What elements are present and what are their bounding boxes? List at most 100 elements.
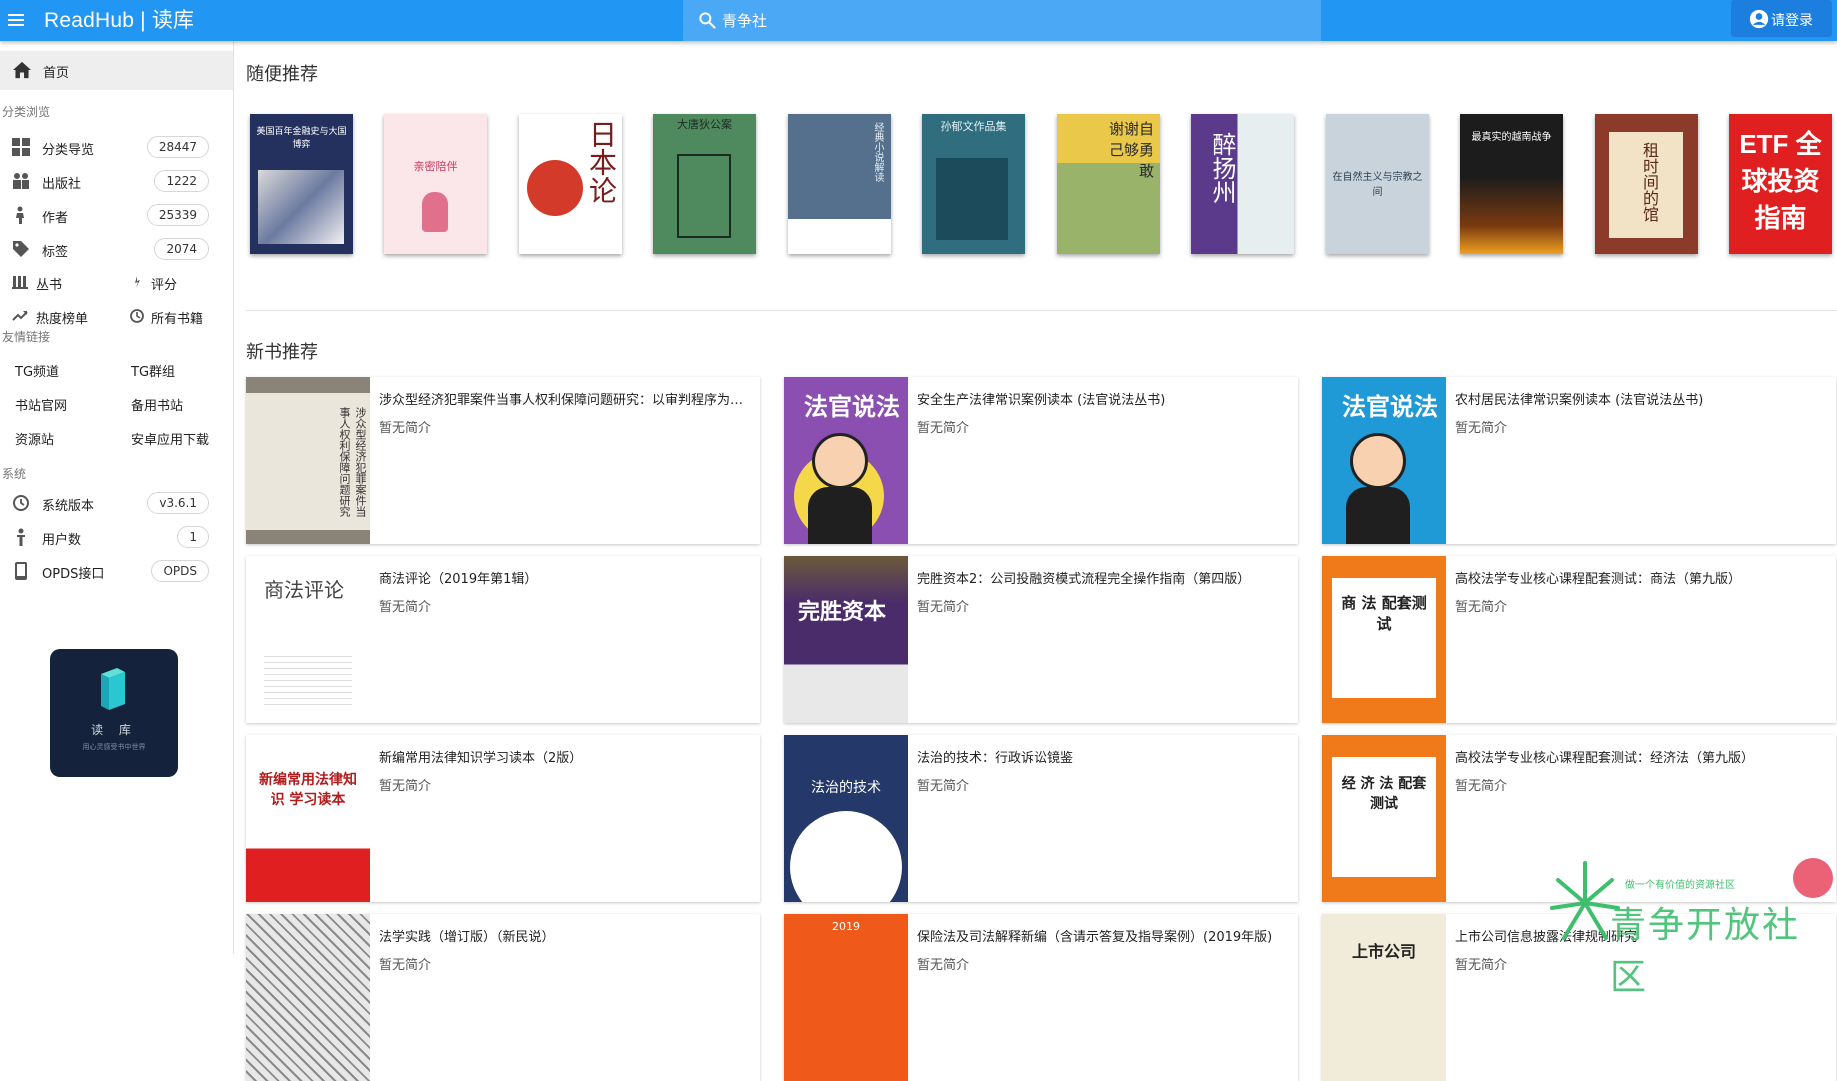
section-divider (246, 310, 1837, 311)
book-thumbnail: 上市公司 (1322, 914, 1446, 1081)
sidebar-item-tags[interactable]: 标签 2074 (0, 232, 233, 266)
link-tg-channel[interactable]: TG频道 (15, 361, 59, 380)
link-official-site[interactable]: 书站官网 (15, 395, 67, 414)
sidebar-item-label: 系统版本 (42, 499, 95, 514)
search-icon[interactable] (697, 10, 717, 30)
book-card[interactable]: 商法评论 商法评论（2019年第1辑） 暂无简介 (246, 556, 760, 723)
book-thumbnail: 法官说法 (784, 377, 908, 544)
book-thumbnail (246, 914, 370, 1081)
sidebar: 首页 分类浏览 分类导览 28447 出版社 1222 作者 25339 标签 … (0, 41, 234, 954)
link-backup-site[interactable]: 备用书站 (131, 395, 183, 414)
book-cover[interactable]: 大唐狄公案 (653, 114, 756, 254)
sidebar-item-rating[interactable]: 评分 (117, 265, 233, 299)
book-title[interactable]: 农村居民法律常识案例读本 (法官说法丛书) (1455, 389, 1825, 408)
rating-icon (135, 276, 140, 288)
sidebar-item-authors[interactable]: 作者 25339 (0, 198, 233, 232)
book-cover[interactable]: 最真实的越南战争 (1460, 114, 1563, 254)
book-description: 暂无简介 (1455, 421, 1508, 436)
sidebar-item-categories[interactable]: 分类导览 28447 (0, 130, 233, 164)
brand-title[interactable]: ReadHub | 读库 (44, 4, 194, 34)
book-card[interactable]: 商 法 配套测试 高校法学专业核心课程配套测试：商法（第九版） 暂无简介 (1322, 556, 1836, 723)
section-browse-header: 分类浏览 (2, 105, 51, 119)
book-card[interactable]: 法治的技术 法治的技术：行政诉讼镜鉴 暂无简介 (784, 735, 1298, 902)
sidebar-item-label: 标签 (42, 245, 69, 260)
book-cover[interactable]: 亲密陪伴 (384, 114, 487, 254)
book-thumbnail: 完胜资本 (784, 556, 908, 723)
app-slogan: 用心灵感受书中世界 (82, 743, 146, 751)
app-bar: ReadHub | 读库 请登录 (0, 0, 1837, 41)
book-description: 暂无简介 (917, 421, 970, 436)
sidebar-item-label: 用户数 (42, 533, 82, 548)
menu-icon[interactable] (5, 8, 29, 32)
link-android-download[interactable]: 安卓应用下载 (131, 429, 209, 448)
login-button[interactable]: 请登录 (1731, 0, 1832, 37)
book-cover[interactable]: 孙郁文作品集 (922, 114, 1025, 254)
home-icon (13, 61, 31, 79)
book-card[interactable]: 完胜资本 完胜资本2：公司投融资模式流程完全操作指南（第四版） 暂无简介 (784, 556, 1298, 723)
book-cover[interactable]: ETF 全球投资指南 (1729, 114, 1832, 254)
count-badge: 28447 (146, 136, 209, 158)
book-card[interactable]: 法官说法 安全生产法律常识案例读本 (法官说法丛书) 暂无简介 (784, 377, 1298, 544)
book-cover[interactable]: 在自然主义与宗教之间 (1326, 114, 1429, 254)
book-card[interactable]: 法学实践（增订版）（新民说） 暂无简介 (246, 914, 760, 1081)
sidebar-item-opds[interactable]: OPDS接口 OPDS (0, 554, 233, 588)
link-resource-site[interactable]: 资源站 (15, 429, 54, 448)
book-cover[interactable]: 美国百年金融史与大国博弈 (250, 114, 353, 254)
search-input[interactable] (722, 6, 1302, 34)
book-cover[interactable]: 醉扬州 (1191, 114, 1294, 254)
book-title[interactable]: 高校法学专业核心课程配套测试：商法（第九版） (1455, 568, 1825, 587)
book-title[interactable]: 完胜资本2：公司投融资模式流程完全操作指南（第四版） (917, 568, 1287, 587)
watermark-logo: 做一个有价值的资源社区 青争开放社区 (1540, 858, 1837, 998)
sidebar-item-series[interactable]: 丛书 (0, 265, 117, 299)
book-description: 暂无简介 (379, 600, 432, 615)
account-circle-icon (1749, 9, 1769, 29)
random-section-title: 随便推荐 (246, 64, 318, 85)
sidebar-item-home[interactable]: 首页 (0, 51, 233, 90)
sidebar-item-version[interactable]: 系统版本 v3.6.1 (0, 486, 233, 520)
book-card[interactable]: 涉众型经济犯罪案件当事人权利保障问题研究 涉众型经济犯罪案件当事人权利保障问题研… (246, 377, 760, 544)
book-card[interactable]: 新编常用法律知识 学习读本 新编常用法律知识学习读本（2版） 暂无简介 (246, 735, 760, 902)
book-title[interactable]: 法学实践（增订版）（新民说） (379, 926, 749, 945)
book-thumbnail: 法治的技术 (784, 735, 908, 902)
book-description: 暂无简介 (379, 421, 432, 436)
book-description: 暂无简介 (379, 958, 432, 973)
book-title[interactable]: 高校法学专业核心课程配套测试：经济法（第九版） (1455, 747, 1825, 766)
trending-icon (12, 311, 28, 321)
app-download-card[interactable]: 读 库 用心灵感受书中世界 (50, 649, 178, 777)
grid-icon (12, 138, 30, 156)
book-cover[interactable]: 租时间的馆 (1595, 114, 1698, 254)
section-links-header: 友情链接 (2, 330, 51, 344)
watermark-badge (1793, 858, 1833, 898)
publisher-icon (13, 173, 29, 189)
book-thumbnail: 法官说法 (1322, 377, 1446, 544)
book-description: 暂无简介 (917, 779, 970, 794)
book-thumbnail: 涉众型经济犯罪案件当事人权利保障问题研究 (246, 377, 370, 544)
book-card[interactable]: 2019 保险法及司法解释新编（含请示答复及指导案例）(2019年版) 暂无简介 (784, 914, 1298, 1081)
book-cover[interactable]: 日本论 (519, 114, 622, 254)
sidebar-item-all-books[interactable]: 所有书籍 (117, 299, 233, 333)
book-thumbnail: 新编常用法律知识 学习读本 (246, 735, 370, 902)
book-cover[interactable]: 经典小说解读 (788, 114, 891, 254)
count-badge: 1222 (154, 170, 209, 192)
book-card[interactable]: 法官说法 农村居民法律常识案例读本 (法官说法丛书) 暂无简介 (1322, 377, 1836, 544)
section-system-header: 系统 (2, 467, 27, 481)
series-icon (12, 276, 28, 289)
book-title[interactable]: 法治的技术：行政诉讼镜鉴 (917, 747, 1287, 766)
sidebar-item-users[interactable]: 用户数 1 (0, 520, 233, 554)
book-description: 暂无简介 (379, 779, 432, 794)
book-title[interactable]: 保险法及司法解释新编（含请示答复及指导案例）(2019年版) (917, 926, 1287, 945)
new-section-title: 新书推荐 (246, 342, 318, 363)
book-cover[interactable]: 谢谢自己够勇敢 (1057, 114, 1160, 254)
book-title[interactable]: 新编常用法律知识学习读本（2版） (379, 747, 749, 766)
person-icon (17, 528, 25, 546)
book-title[interactable]: 安全生产法律常识案例读本 (法官说法丛书) (917, 389, 1287, 408)
book-title[interactable]: 涉众型经济犯罪案件当事人权利保障问题研究：以审判程序为视角 (379, 389, 749, 408)
book-title[interactable]: 商法评论（2019年第1辑） (379, 568, 749, 587)
book-description: 暂无简介 (1455, 779, 1508, 794)
book-thumbnail: 2019 (784, 914, 908, 1081)
sidebar-item-label: 热度榜单 (36, 312, 89, 327)
book-description: 暂无简介 (917, 600, 970, 615)
sidebar-item-publishers[interactable]: 出版社 1222 (0, 164, 233, 198)
book-description: 暂无简介 (1455, 958, 1508, 973)
link-tg-group[interactable]: TG群组 (131, 361, 175, 380)
